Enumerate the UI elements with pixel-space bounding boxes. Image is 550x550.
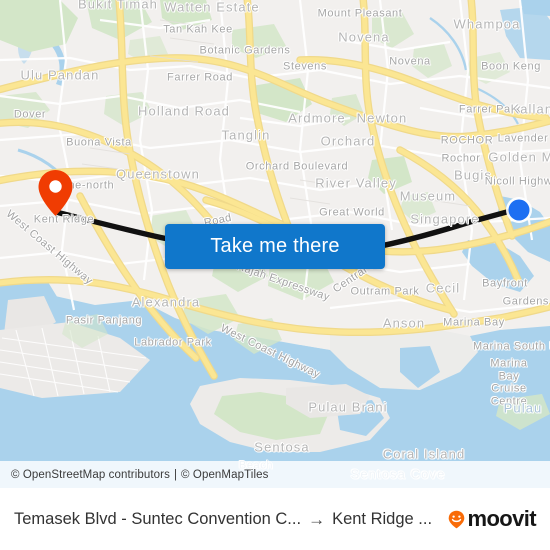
attribution-separator: | xyxy=(173,468,178,481)
route-summary[interactable]: Temasek Blvd - Suntec Convention C... → … xyxy=(14,510,442,529)
attribution-openmaptiles[interactable]: © OpenMapTiles xyxy=(181,469,268,481)
moovit-wordmark: moovit xyxy=(467,506,536,531)
route-footer-bar: Temasek Blvd - Suntec Convention C... → … xyxy=(0,488,550,550)
attribution-osm[interactable]: © OpenStreetMap contributors xyxy=(11,469,170,481)
moovit-route-screen: Bukit Timah Watten Estate Tan Kah Kee Botan… xyxy=(0,0,550,550)
route-destination-label: Kent Ridge ... xyxy=(332,509,433,528)
moovit-pin-icon xyxy=(449,510,465,528)
moovit-logo[interactable]: moovit xyxy=(448,506,537,532)
map-attribution-bar: © OpenStreetMap contributors | © OpenMap… xyxy=(0,461,550,488)
origin-marker-icon[interactable] xyxy=(505,196,533,224)
arrow-right-icon: → xyxy=(308,509,326,529)
route-origin-label: Temasek Blvd - Suntec Convention C... xyxy=(14,509,302,528)
map-canvas[interactable]: Bukit Timah Watten Estate Tan Kah Kee Botan… xyxy=(0,0,550,488)
take-me-there-button[interactable]: Take me there xyxy=(165,224,385,269)
